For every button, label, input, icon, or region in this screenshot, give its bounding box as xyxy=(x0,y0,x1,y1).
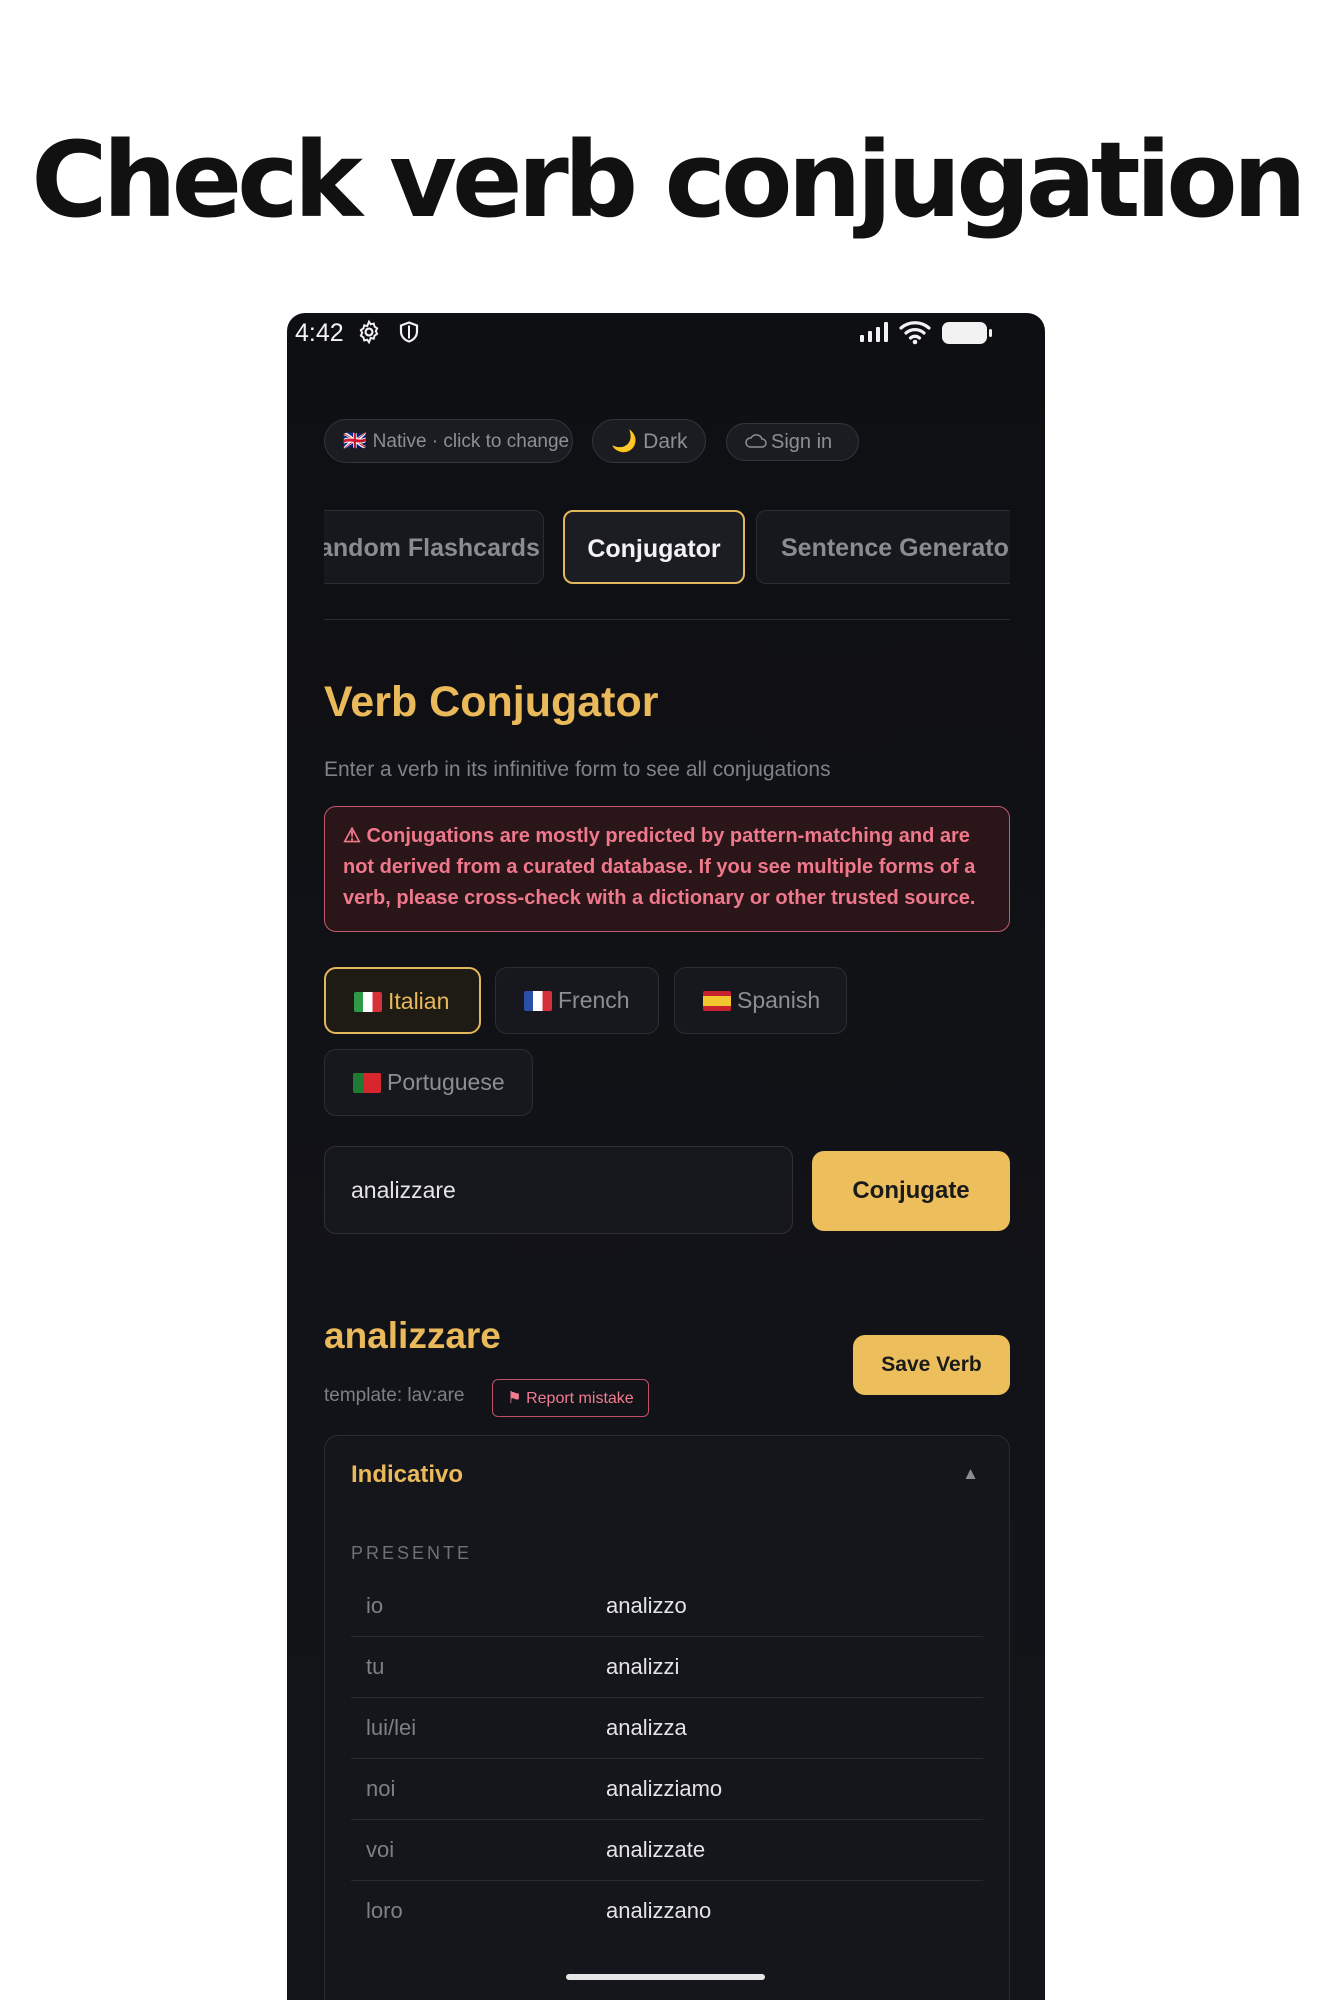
table-row: loro analizzano xyxy=(351,1881,983,1941)
warning-box: ⚠ Conjugations are mostly predicted by p… xyxy=(324,806,1010,932)
language-french-button[interactable]: French xyxy=(495,967,659,1034)
cloud-icon xyxy=(745,434,767,448)
language-label: Portuguese xyxy=(387,1069,505,1095)
phone-screen: 4:42 🇬🇧 Native · click to change 🌙 Dark … xyxy=(287,313,1045,2000)
table-row: voi analizzate xyxy=(351,1820,983,1881)
moon-icon: 🌙 xyxy=(611,430,638,453)
section-title: Verb Conjugator xyxy=(324,678,659,726)
italy-flag-icon xyxy=(354,992,382,1012)
language-spanish-button[interactable]: Spanish xyxy=(674,967,847,1034)
language-portuguese-button[interactable]: Portuguese xyxy=(324,1049,533,1116)
verb-form: analizza xyxy=(606,1715,687,1740)
signal-icon xyxy=(860,322,888,342)
verb-form: analizzano xyxy=(606,1898,712,1923)
theme-toggle-pill[interactable]: 🌙 Dark xyxy=(592,419,706,463)
page-headline: Check verb conjugation xyxy=(31,119,1307,241)
pronoun: io xyxy=(366,1593,384,1618)
status-time: 4:42 xyxy=(295,319,344,347)
tab-conjugator[interactable]: Conjugator xyxy=(563,510,745,584)
language-label: French xyxy=(558,987,630,1013)
language-italian-button[interactable]: Italian xyxy=(324,967,481,1034)
conjugate-button[interactable]: Conjugate xyxy=(812,1151,1010,1231)
pronoun: tu xyxy=(366,1654,385,1679)
table-row: tu analizzi xyxy=(351,1637,983,1698)
portugal-flag-icon xyxy=(353,1073,381,1093)
france-flag-icon xyxy=(524,991,552,1011)
conjugation-table: io analizzo tu analizzi lui/lei analizza no… xyxy=(351,1576,983,1941)
pronoun: voi xyxy=(366,1837,395,1862)
table-row: noi analizziamo xyxy=(351,1759,983,1820)
verb-form: analizzate xyxy=(606,1837,706,1862)
sign-in-label: Sign in xyxy=(771,431,833,453)
theme-label: Dark xyxy=(643,430,688,453)
pronoun: loro xyxy=(366,1898,403,1923)
battery-icon xyxy=(942,322,992,344)
pronoun: noi xyxy=(366,1776,396,1801)
mood-title: Indicativo xyxy=(351,1461,464,1488)
collapse-toggle-icon[interactable]: ▲ xyxy=(962,1464,979,1484)
verb-form: analizzo xyxy=(606,1593,687,1618)
tense-label: PRESENTE xyxy=(351,1543,473,1563)
report-mistake-button[interactable]: ⚑ Report mistake xyxy=(492,1379,649,1417)
tabs-divider xyxy=(324,619,1010,620)
spain-flag-icon xyxy=(703,991,731,1011)
template-label: template: lav:are xyxy=(324,1385,465,1406)
table-row: io analizzo xyxy=(351,1576,983,1637)
verb-input[interactable] xyxy=(324,1146,793,1234)
save-verb-button[interactable]: Save Verb xyxy=(853,1335,1010,1395)
status-bar: 4:42 xyxy=(287,313,1045,357)
sign-in-pill[interactable]: Sign in xyxy=(726,423,859,461)
shield-icon xyxy=(399,321,419,343)
verb-form: analizzi xyxy=(606,1654,680,1679)
verb-form: analizziamo xyxy=(606,1776,723,1801)
table-row: lui/lei analizza xyxy=(351,1698,983,1759)
tab-random-flashcards[interactable]: andom Flashcards xyxy=(324,510,544,584)
uk-flag-icon: 🇬🇧 xyxy=(343,431,367,452)
tab-sentence-generator[interactable]: Sentence Generator xyxy=(756,510,1010,584)
wifi-icon xyxy=(899,321,931,345)
settings-gear-icon xyxy=(359,319,379,345)
native-language-label: Native · click to change xyxy=(372,431,570,452)
indicativo-panel: Indicativo ▲ PRESENTE io analizzo tu anali… xyxy=(324,1435,1010,2000)
section-subtitle: Enter a verb in its infinitive form to s… xyxy=(324,758,831,781)
tab-bar: andom Flashcards Conjugator Sentence Gen… xyxy=(324,508,1010,588)
home-indicator[interactable] xyxy=(566,1974,765,1980)
language-label: Spanish xyxy=(737,987,821,1013)
result-verb-title: analizzare xyxy=(324,1315,501,1356)
pronoun: lui/lei xyxy=(366,1715,417,1740)
language-label: Italian xyxy=(388,988,450,1014)
native-language-pill[interactable]: 🇬🇧 Native · click to change xyxy=(324,419,573,463)
